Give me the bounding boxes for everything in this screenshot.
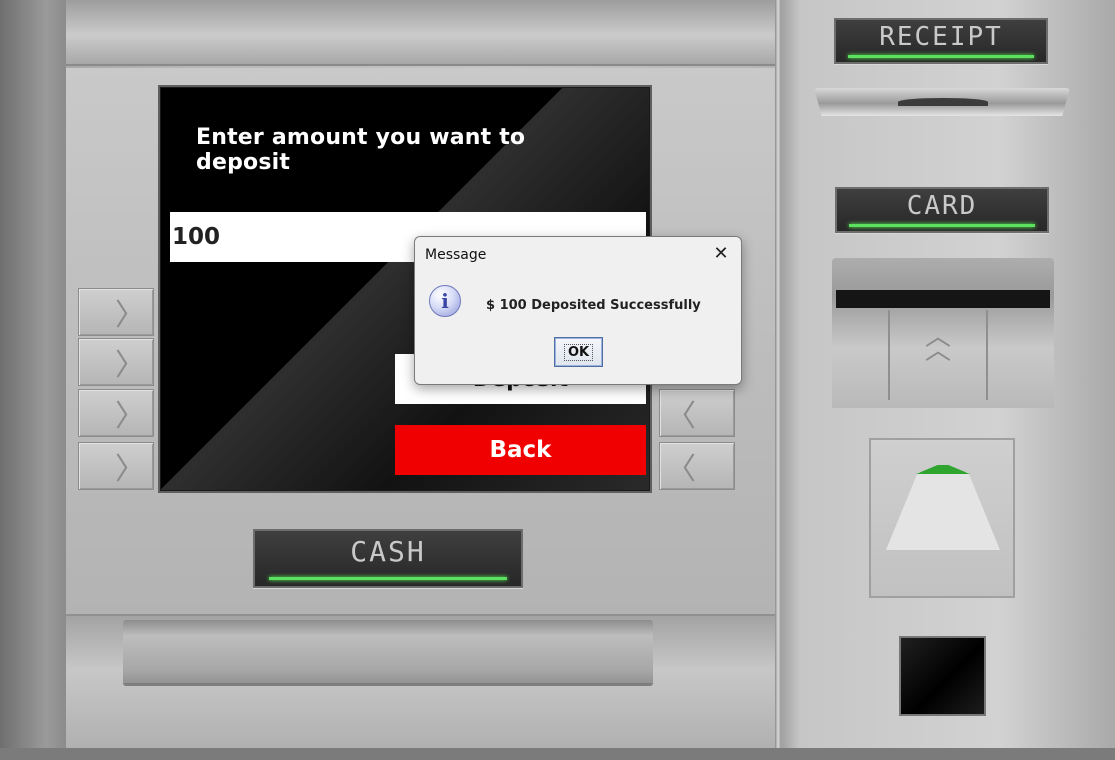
atm-left-edge — [0, 0, 66, 760]
chevron-right-icon: 〉 — [115, 348, 145, 383]
side-key-left-2[interactable]: 〉 — [78, 338, 154, 386]
dialog-titlebar: Message ✕ — [415, 237, 741, 273]
side-key-left-4[interactable]: 〉 — [78, 442, 154, 490]
info-icon: i — [429, 285, 461, 317]
chevron-left-icon: 〈 — [666, 399, 696, 434]
ok-button[interactable]: OK — [554, 337, 603, 367]
card-label: CARD — [906, 191, 978, 221]
receipt-slit — [898, 98, 988, 106]
dialog-message: $ 100 Deposited Successfully — [486, 298, 701, 313]
receipt-led-indicator — [848, 55, 1034, 58]
deposit-prompt: Enter amount you want to deposit — [196, 125, 526, 175]
card-slot — [836, 290, 1050, 308]
cash-label-panel: CASH — [253, 529, 523, 588]
chevron-right-icon: 〉 — [115, 298, 145, 333]
cash-label: CASH — [350, 535, 426, 568]
side-key-right-1[interactable]: 〈 — [659, 389, 735, 437]
atm-top-band — [66, 0, 776, 66]
chevron-up-icon: ︿ ︿ — [924, 322, 951, 366]
card-label-panel: CARD — [835, 187, 1049, 233]
receipt-label: RECEIPT — [879, 22, 1003, 52]
side-key-left-1[interactable]: 〉 — [78, 288, 154, 336]
ok-button-label: OK — [563, 343, 594, 361]
card-led-indicator — [849, 224, 1035, 227]
chevron-right-icon: 〉 — [115, 399, 145, 434]
camera-panel — [899, 636, 986, 716]
dialog-title: Message — [425, 247, 487, 263]
side-key-right-2[interactable]: 〈 — [659, 442, 735, 490]
cash-dispenser-slot — [123, 620, 653, 686]
side-key-left-3[interactable]: 〉 — [78, 389, 154, 437]
message-dialog: Message ✕ i $ 100 Deposited Successfully… — [414, 236, 742, 385]
atm-floor — [0, 748, 1115, 760]
chevron-left-icon: 〈 — [666, 452, 696, 487]
panel-divider — [775, 0, 781, 760]
cash-led-indicator — [269, 577, 507, 580]
back-button[interactable]: Back — [395, 425, 646, 475]
close-icon[interactable]: ✕ — [711, 245, 731, 263]
receipt-label-panel: RECEIPT — [834, 18, 1048, 64]
chevron-right-icon: 〉 — [115, 452, 145, 487]
